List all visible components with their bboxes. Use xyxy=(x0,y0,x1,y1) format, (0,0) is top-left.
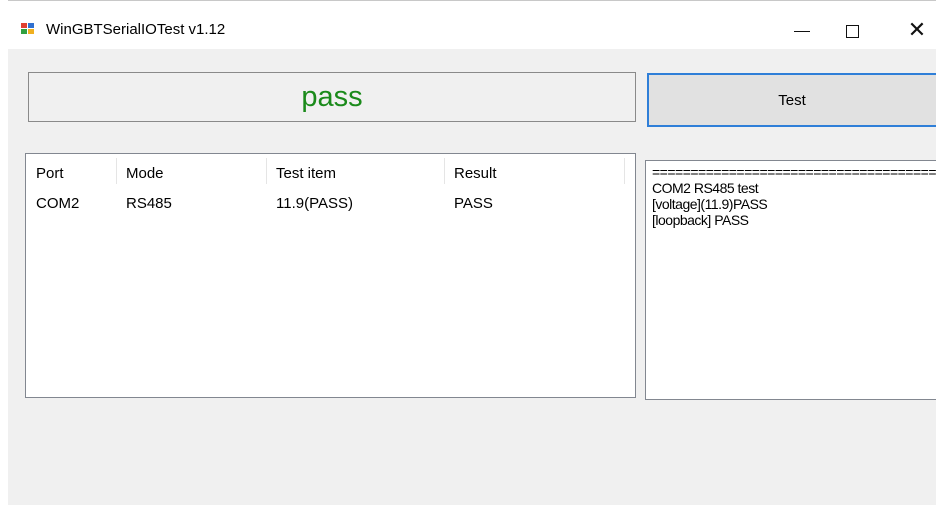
column-header-port[interactable]: Port xyxy=(26,154,116,186)
maximize-icon xyxy=(845,24,859,38)
column-header-result[interactable]: Result xyxy=(444,154,624,186)
close-icon: ✕ xyxy=(907,17,927,42)
status-display: pass xyxy=(28,72,636,122)
log-textbox[interactable]: ========================================… xyxy=(645,160,936,400)
log-line: [loopback] PASS xyxy=(652,212,749,228)
main-window: WinGBTSerialIOTest v1.12 ✕ pass Test Por… xyxy=(8,0,936,505)
results-table[interactable]: Port Mode Test item Result COM2 RS485 11… xyxy=(25,153,636,398)
minimize-button[interactable] xyxy=(779,9,825,49)
test-button[interactable]: Test xyxy=(647,73,936,127)
log-line: ========================================… xyxy=(652,164,936,180)
column-divider[interactable] xyxy=(624,158,625,184)
log-line: COM2 RS485 test xyxy=(652,180,759,196)
status-text: pass xyxy=(301,80,363,113)
column-header-mode[interactable]: Mode xyxy=(116,154,266,186)
minimize-icon xyxy=(794,30,810,32)
log-line: [voltage](11.9)PASS xyxy=(652,196,768,212)
column-header-test-item[interactable]: Test item xyxy=(266,154,444,186)
title-bar[interactable]: WinGBTSerialIOTest v1.12 ✕ xyxy=(8,0,936,49)
window-title: WinGBTSerialIOTest v1.12 xyxy=(46,21,226,38)
cell-test-item: 11.9(PASS) xyxy=(276,195,353,212)
app-icon xyxy=(21,23,35,35)
test-button-label: Test xyxy=(778,91,806,109)
cell-result: PASS xyxy=(454,195,493,212)
maximize-button[interactable] xyxy=(829,9,875,49)
cell-mode: RS485 xyxy=(126,195,172,212)
table-header: Port Mode Test item Result xyxy=(26,154,635,186)
table-row[interactable]: COM2 RS485 11.9(PASS) PASS xyxy=(26,192,635,216)
close-button[interactable]: ✕ xyxy=(894,9,936,49)
cell-port: COM2 xyxy=(36,195,80,212)
